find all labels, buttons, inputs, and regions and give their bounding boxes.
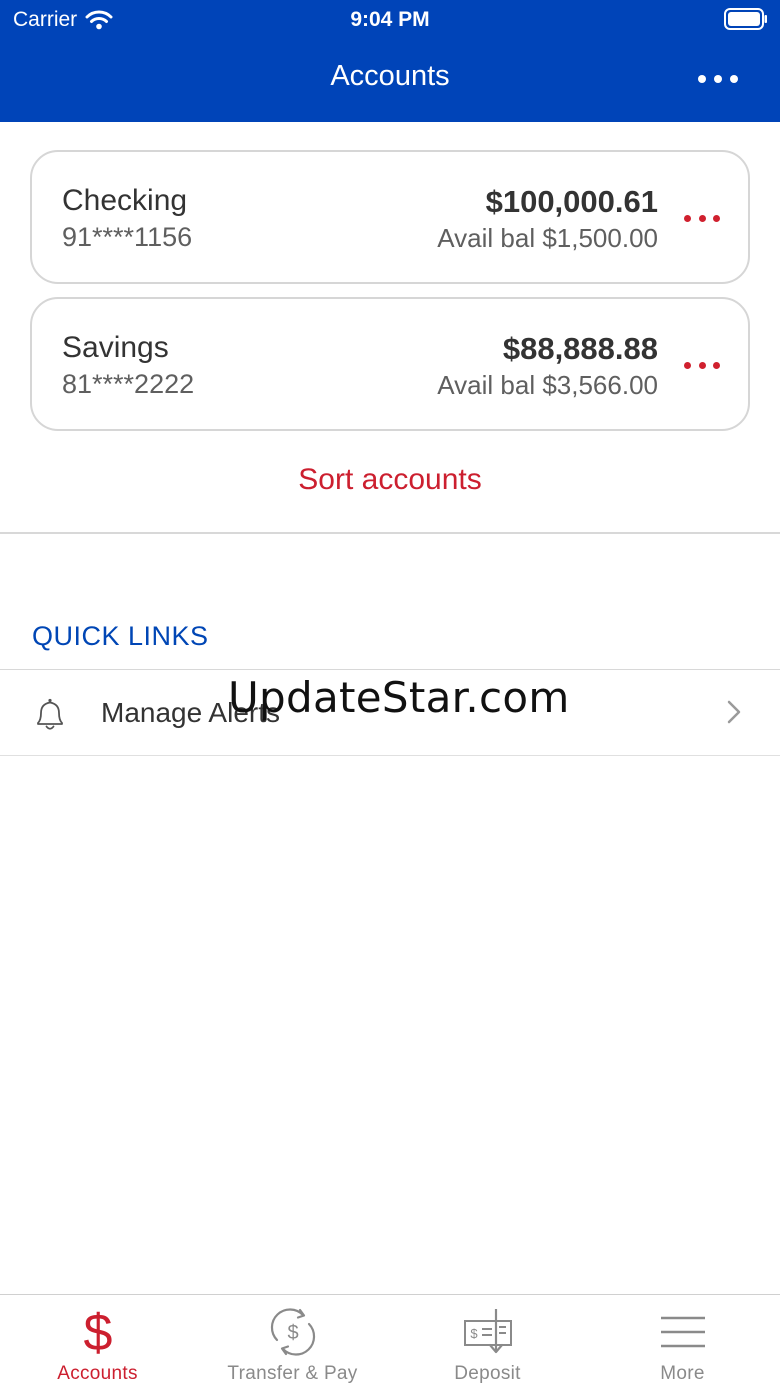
account-available-balance: Avail bal $1,500.00 [437, 223, 658, 253]
check-deposit-icon: $ [458, 1305, 518, 1359]
tab-label: Accounts [57, 1363, 138, 1384]
account-card-checking[interactable]: Checking 91****1156 $100,000.61 Avail ba… [30, 150, 750, 284]
account-balance: $88,888.88 [502, 331, 658, 366]
app-header: Carrier 9:04 PM Accounts [0, 0, 780, 122]
quick-links-title: QUICK LINKS [32, 621, 209, 651]
svg-text:$: $ [470, 1326, 478, 1341]
account-card-savings[interactable]: Savings 81****2222 $88,888.88 Avail bal … [30, 297, 750, 431]
menu-icon [653, 1305, 713, 1359]
tab-label: Deposit [454, 1363, 521, 1384]
account-balance: $100,000.61 [485, 184, 658, 219]
more-options-icon[interactable] [698, 66, 738, 92]
account-menu-icon[interactable] [684, 357, 720, 373]
tab-accounts[interactable]: $ Accounts [0, 1295, 195, 1387]
tab-label: Transfer & Pay [227, 1363, 358, 1384]
transfer-icon: $ [263, 1305, 323, 1359]
account-number: 91****1156 [62, 222, 193, 252]
svg-text:$: $ [83, 1307, 112, 1357]
page-title: Accounts [330, 60, 450, 92]
account-menu-icon[interactable] [684, 210, 720, 226]
bell-icon [37, 698, 63, 730]
status-bar: Carrier 9:04 PM [0, 0, 780, 40]
tab-deposit[interactable]: $ Deposit [390, 1295, 585, 1387]
account-name: Checking [62, 184, 188, 217]
tab-label: More [660, 1363, 705, 1384]
section-divider [0, 532, 780, 534]
quick-links-divider-bottom [0, 755, 780, 756]
account-number: 81****2222 [62, 369, 195, 399]
watermark-text: UpdateStar.com [228, 673, 570, 722]
chevron-right-icon [727, 700, 741, 724]
svg-text:$: $ [287, 1322, 298, 1344]
sort-accounts-link[interactable]: Sort accounts [0, 463, 780, 497]
tab-more[interactable]: More [585, 1295, 780, 1387]
status-time: 9:04 PM [350, 8, 430, 31]
tab-transfer-pay[interactable]: $ Transfer & Pay [195, 1295, 390, 1387]
account-available-balance: Avail bal $3,566.00 [437, 370, 658, 400]
dollar-icon: $ [68, 1305, 128, 1359]
battery-icon [724, 8, 767, 30]
account-name: Savings [62, 331, 169, 364]
bottom-tab-bar: $ Accounts $ Transfer & Pay $ Deposit Mo… [0, 1294, 780, 1387]
